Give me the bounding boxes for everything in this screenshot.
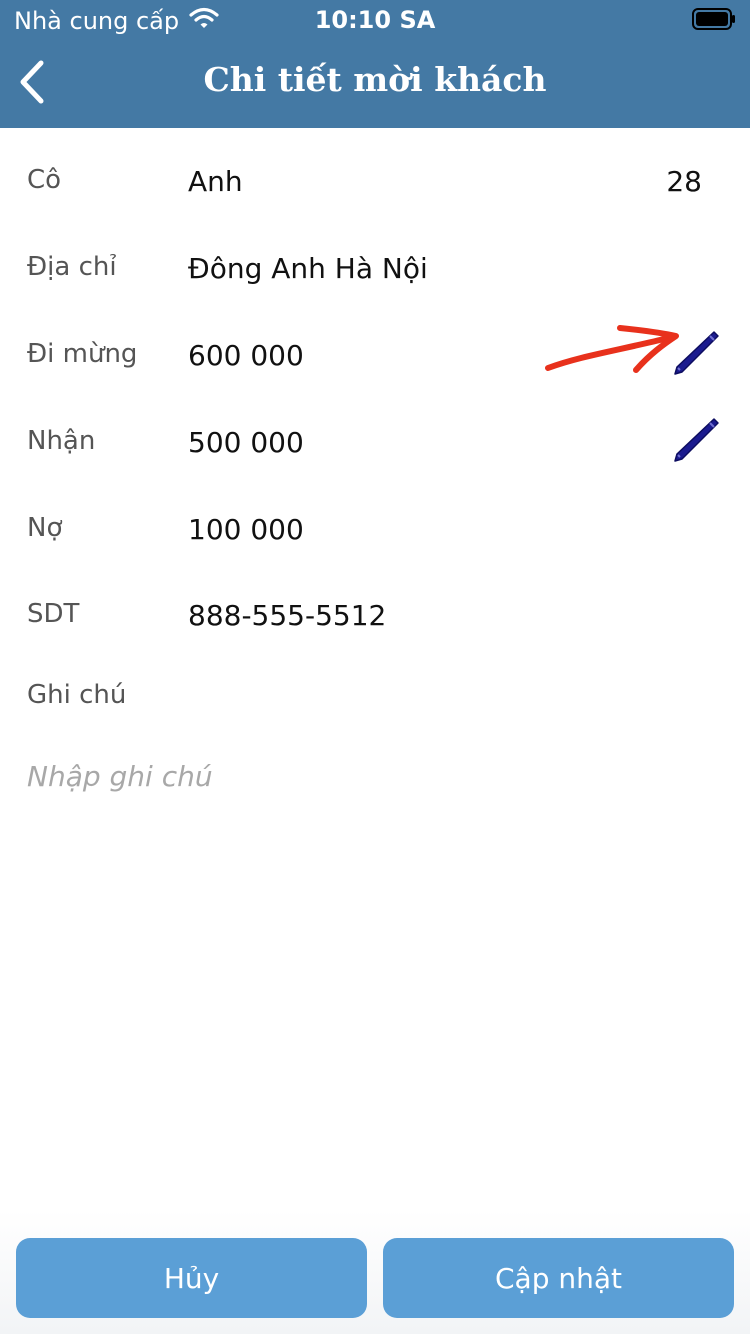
page-title: Chi tiết mời khách [203, 60, 547, 99]
honorific-label: Cô [27, 165, 62, 195]
guest-name-value[interactable]: Anh [188, 162, 243, 202]
debt-label: Nợ [27, 513, 63, 543]
guest-name-row: Cô Anh 28 [0, 160, 750, 220]
note-input[interactable]: Nhập ghi chú [27, 755, 717, 799]
red-arrow-annotation [540, 318, 690, 380]
guest-number-value: 28 [666, 165, 702, 198]
debt-row: Nợ 100 000 [0, 508, 750, 568]
note-label: Ghi chú [27, 680, 127, 710]
battery-icon [692, 8, 736, 30]
pencil-icon[interactable] [670, 415, 720, 465]
address-value[interactable]: Đông Anh Hà Nội [188, 249, 428, 289]
gift-received-value: 500 000 [188, 426, 304, 459]
gift-given-label: Đi mừng [27, 339, 138, 369]
phone-value[interactable]: 888-555-5512 [188, 596, 386, 636]
update-button[interactable]: Cập nhật [383, 1238, 734, 1318]
note-row: Ghi chú [0, 675, 750, 735]
cancel-button[interactable]: Hủy [16, 1238, 367, 1318]
gift-received-row: Nhận 500 000 [0, 418, 750, 481]
phone-label: SDT [27, 599, 80, 629]
address-label: Địa chỉ [27, 252, 117, 282]
gift-received-label: Nhận [27, 426, 96, 456]
gift-given-value: 600 000 [188, 339, 304, 372]
status-time: 10:10 SA [314, 6, 436, 34]
debt-value: 100 000 [188, 513, 304, 546]
address-row: Địa chỉ Đông Anh Hà Nội [0, 247, 750, 307]
header-bar: Nhà cung cấp 10:10 SA Chi tiết mời khách [0, 0, 750, 128]
guest-detail-screen: Nhà cung cấp 10:10 SA Chi tiết mời khách… [0, 0, 750, 1334]
phone-row: SDT 888-555-5512 [0, 594, 750, 654]
